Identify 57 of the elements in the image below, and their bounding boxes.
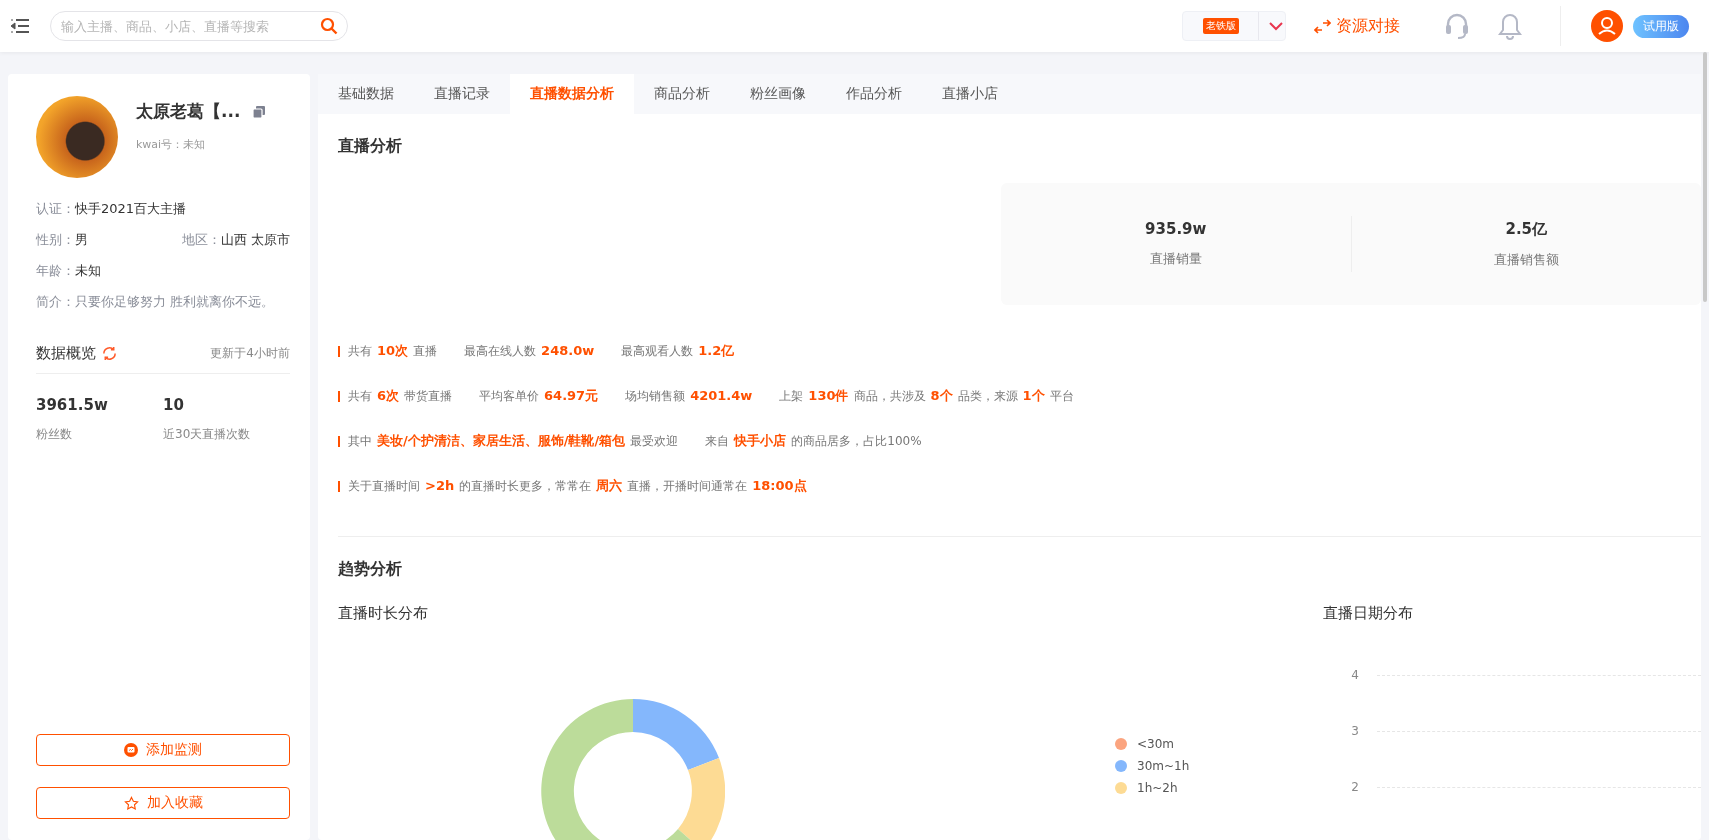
stat-value: 3961.5w xyxy=(36,396,109,414)
summary-text: 平均客单价 64.97元 xyxy=(479,387,600,405)
stat-label: 直播销量 xyxy=(1149,250,1202,268)
tab[interactable]: 直播小店 xyxy=(922,74,1018,114)
tab[interactable]: 作品分析 xyxy=(826,74,922,114)
axis-tick-label: 4 xyxy=(1350,668,1359,682)
summary-text: 最高在线人数 248.0w xyxy=(464,342,596,360)
axis-tick-label: 2 xyxy=(1350,780,1359,794)
profile-field: 性别：男 xyxy=(36,231,88,249)
scrollbar[interactable] xyxy=(1703,52,1707,302)
overview-title: 数据概览 xyxy=(36,344,96,363)
kwai-id: kwai号：未知 xyxy=(136,137,207,152)
tab[interactable]: 粉丝画像 xyxy=(730,74,826,114)
chart-title: 直播日期分布 xyxy=(1323,604,1414,623)
stat-value: 2.5亿 xyxy=(1505,219,1548,239)
section-title: 直播分析 xyxy=(338,136,403,157)
copy-icon[interactable] xyxy=(252,104,267,119)
search-field[interactable]: 输入主播、商品、小店、直播等搜索 xyxy=(50,11,348,41)
tab[interactable]: 商品分析 xyxy=(634,74,730,114)
chart-title: 直播时长分布 xyxy=(338,604,429,623)
tab[interactable]: 直播记录 xyxy=(414,74,510,114)
update-time: 更新于4小时前 xyxy=(210,345,290,362)
stat-label: 直播销售额 xyxy=(1493,250,1559,269)
tab[interactable]: 基础数据 xyxy=(318,74,414,114)
profile-field: 地区：山西 太原市 xyxy=(181,231,290,249)
user-avatar-icon[interactable] xyxy=(1591,10,1623,42)
legend-label: 1h~2h xyxy=(1137,781,1178,795)
summary-text: 来自 快手小店 的商品居多，占比100% xyxy=(705,432,923,450)
star-icon xyxy=(123,795,139,811)
stat-value: 10 xyxy=(163,396,185,414)
summary-text: 关于直播时间 >2h 的直播时长更多，常常在 周六 直播，开播时间通常在 18:00点 xyxy=(348,477,808,495)
version-badge: 老铁版 xyxy=(1203,18,1239,34)
search-icon[interactable] xyxy=(320,17,338,35)
summary-text: 上架 130件 商品，共涉及 8个 品类，来源 1个 平台 xyxy=(779,387,1075,405)
axis-tick-label: 3 xyxy=(1350,724,1359,738)
summary-text: 最高观看人数 1.2亿 xyxy=(621,342,736,360)
streamer-name: 太原老葛【... xyxy=(136,100,241,123)
section-title: 趋势分析 xyxy=(338,559,403,580)
monitor-icon xyxy=(124,743,138,757)
menu-icon[interactable] xyxy=(10,18,30,34)
profile-intro: 简介：只要你足够努力 胜利就离你不远。 xyxy=(36,293,275,311)
exchange-icon xyxy=(1314,17,1331,35)
stat-label: 粉丝数 xyxy=(36,426,73,443)
summary-text: 场均销售额 4201.4w xyxy=(625,387,754,405)
legend-label: <30m xyxy=(1137,737,1174,751)
refresh-icon[interactable] xyxy=(102,346,117,361)
bell-icon[interactable] xyxy=(1498,12,1522,40)
profile-field: 年龄：未知 xyxy=(36,262,101,280)
headset-icon[interactable] xyxy=(1444,12,1470,40)
summary-text: 共有 10次 直播 xyxy=(348,342,439,360)
chevron-down-icon[interactable] xyxy=(1269,21,1283,31)
stat-label: 近30天直播次数 xyxy=(163,426,252,443)
summary-text: 其中 美妆/个护清洁、家居生活、服饰/鞋靴/箱包 最受欢迎 xyxy=(348,432,680,450)
profile-field: 认证：快手2021百大主播 xyxy=(36,200,187,218)
stat-value: 935.9w xyxy=(1145,220,1207,238)
legend-label: 30m~1h xyxy=(1137,759,1190,773)
summary-text: 共有 6次 带货直播 xyxy=(348,387,454,405)
